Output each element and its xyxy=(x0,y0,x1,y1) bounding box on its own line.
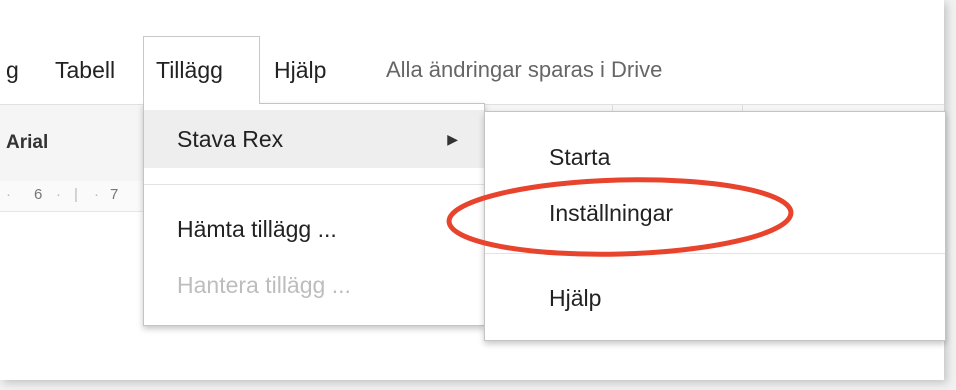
ruler-tick: · xyxy=(6,186,11,203)
menu-item-get-addons[interactable]: Hämta tillägg ... xyxy=(144,204,484,254)
submenu-item-starta[interactable]: Starta xyxy=(485,132,945,182)
menu-item-stava-rex[interactable]: Stava Rex ▶ xyxy=(144,110,484,168)
save-status-text[interactable]: Alla ändringar sparas i Drive xyxy=(386,36,662,104)
menu-bar: g Tabell Tillägg Hjälp Alla ändringar sp… xyxy=(0,36,944,104)
ruler-tick: | xyxy=(74,186,78,203)
submenu-item-hjalp[interactable]: Hjälp xyxy=(485,273,945,323)
ruler-number: 6 xyxy=(34,186,43,203)
addons-dropdown-menu: Stava Rex ▶ Hämta tillägg ... Hantera ti… xyxy=(143,103,485,326)
submenu-item-installningar[interactable]: Inställningar xyxy=(485,188,945,238)
menu-item-manage-addons: Hantera tillägg ... xyxy=(177,272,351,298)
menu-divider xyxy=(144,184,484,185)
ruler-tick: · xyxy=(56,186,61,203)
document-editor: g Tabell Tillägg Hjälp Alla ändringar sp… xyxy=(0,0,946,380)
menu-item-partial[interactable]: g xyxy=(0,36,31,104)
menu-divider xyxy=(485,253,945,254)
stava-rex-submenu: Starta Inställningar Hjälp xyxy=(484,111,946,341)
menu-item-label: Stava Rex xyxy=(177,126,284,152)
font-family-select[interactable]: Arial xyxy=(6,105,48,181)
ruler-tick: · xyxy=(94,186,99,203)
menu-tillagg[interactable]: Tillägg xyxy=(143,36,260,104)
menu-hjalp[interactable]: Hjälp xyxy=(262,36,338,104)
menu-tabell[interactable]: Tabell xyxy=(43,36,127,104)
ruler-number: 7 xyxy=(110,186,119,203)
submenu-arrow-icon: ▶ xyxy=(447,131,458,147)
